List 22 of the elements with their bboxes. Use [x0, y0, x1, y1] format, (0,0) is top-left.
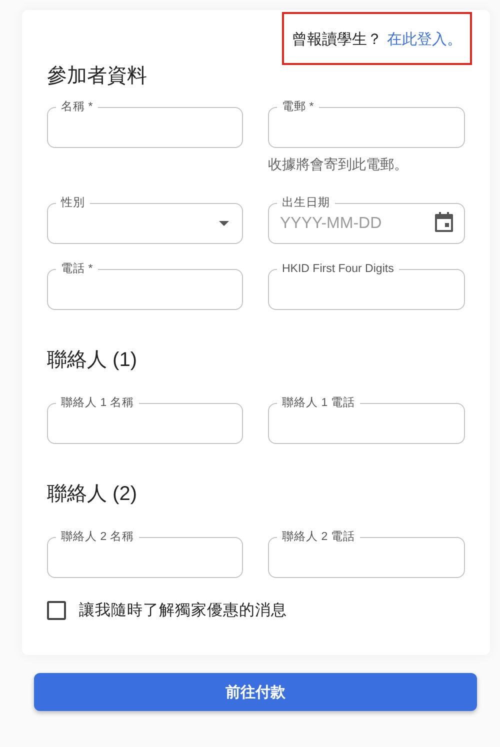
field-label: 聯絡人 2 電話: [277, 530, 360, 544]
calendar-icon[interactable]: [435, 212, 453, 232]
section-title: 聯絡人 (1): [47, 348, 138, 373]
section-title: 聯絡人 (2): [47, 482, 138, 507]
payment-button[interactable]: 前往付款: [34, 673, 477, 711]
field-label: 聯絡人 1 名稱: [56, 396, 139, 410]
field-label: 電郵 *: [277, 100, 319, 114]
section-title: 參加者資料: [47, 64, 148, 89]
field-label: 出生日期: [277, 196, 335, 210]
field-label: 聯絡人 2 名稱: [56, 530, 139, 544]
field-label: 聯絡人 1 電話: [277, 396, 360, 410]
placeholder: YYYY-MM-DD: [280, 214, 382, 232]
checkbox-label: 讓我隨時了解獨家優惠的消息: [79, 601, 287, 621]
login-link[interactable]: 在此登入。: [387, 30, 462, 49]
field-label: 名稱 *: [56, 100, 98, 114]
caret-icon: [219, 221, 229, 226]
helper-text: 收據將會寄到此電郵。: [268, 156, 409, 174]
login-question: 曾報讀學生？: [292, 30, 382, 49]
field-label: 電話 *: [56, 262, 98, 276]
checkbox[interactable]: [47, 601, 66, 620]
field-label: 性別: [56, 196, 90, 210]
field-label: HKID First Four Digits: [277, 262, 399, 276]
